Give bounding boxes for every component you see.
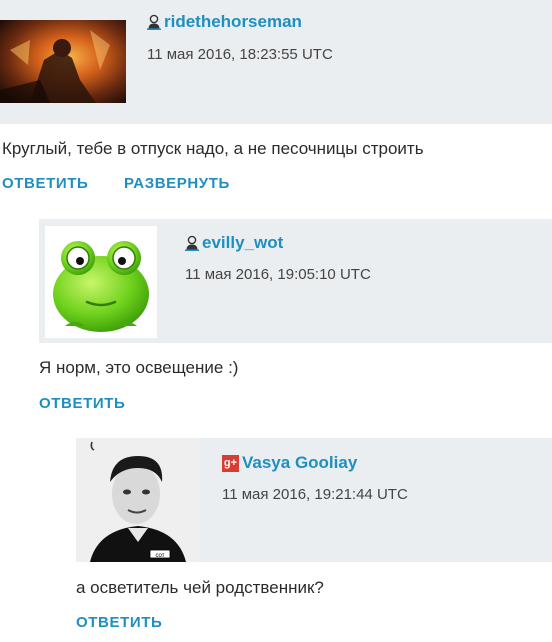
green-frog-avatar[interactable] [45,226,157,338]
comment-date: 11 мая 2016, 19:05:10 UTC [185,266,371,283]
man-portrait-avatar[interactable]: сот [76,438,200,562]
username-text[interactable]: ridethehorseman [164,12,302,32]
horseman-avatar[interactable] [0,20,126,103]
user-icon [185,235,199,251]
comment-text: Я норм, это освещение :) [39,358,239,377]
svg-text:сот: сот [155,553,164,559]
reply-button[interactable]: ОТВЕТИТЬ [39,395,125,412]
username-link[interactable]: ridethehorseman [147,12,302,32]
user-icon [147,14,161,30]
comment-text: Круглый, тебе в отпуск надо, а не песочн… [2,139,424,158]
comment-date: 11 мая 2016, 19:21:44 UTC [222,486,408,503]
comment-text: а осветитель чей родственник? [76,578,324,597]
username-link[interactable]: evilly_wot [185,233,283,253]
reply-button[interactable]: ОТВЕТИТЬ [2,175,88,192]
expand-button[interactable]: РАЗВЕРНУТЬ [124,175,230,192]
username-link[interactable]: g+ Vasya Gooliay [222,453,357,473]
username-text[interactable]: Vasya Gooliay [242,453,357,473]
google-plus-icon: g+ [222,454,239,472]
username-text[interactable]: evilly_wot [202,233,283,253]
comment-date: 11 мая 2016, 18:23:55 UTC [147,46,333,63]
reply-button[interactable]: ОТВЕТИТЬ [76,614,162,631]
